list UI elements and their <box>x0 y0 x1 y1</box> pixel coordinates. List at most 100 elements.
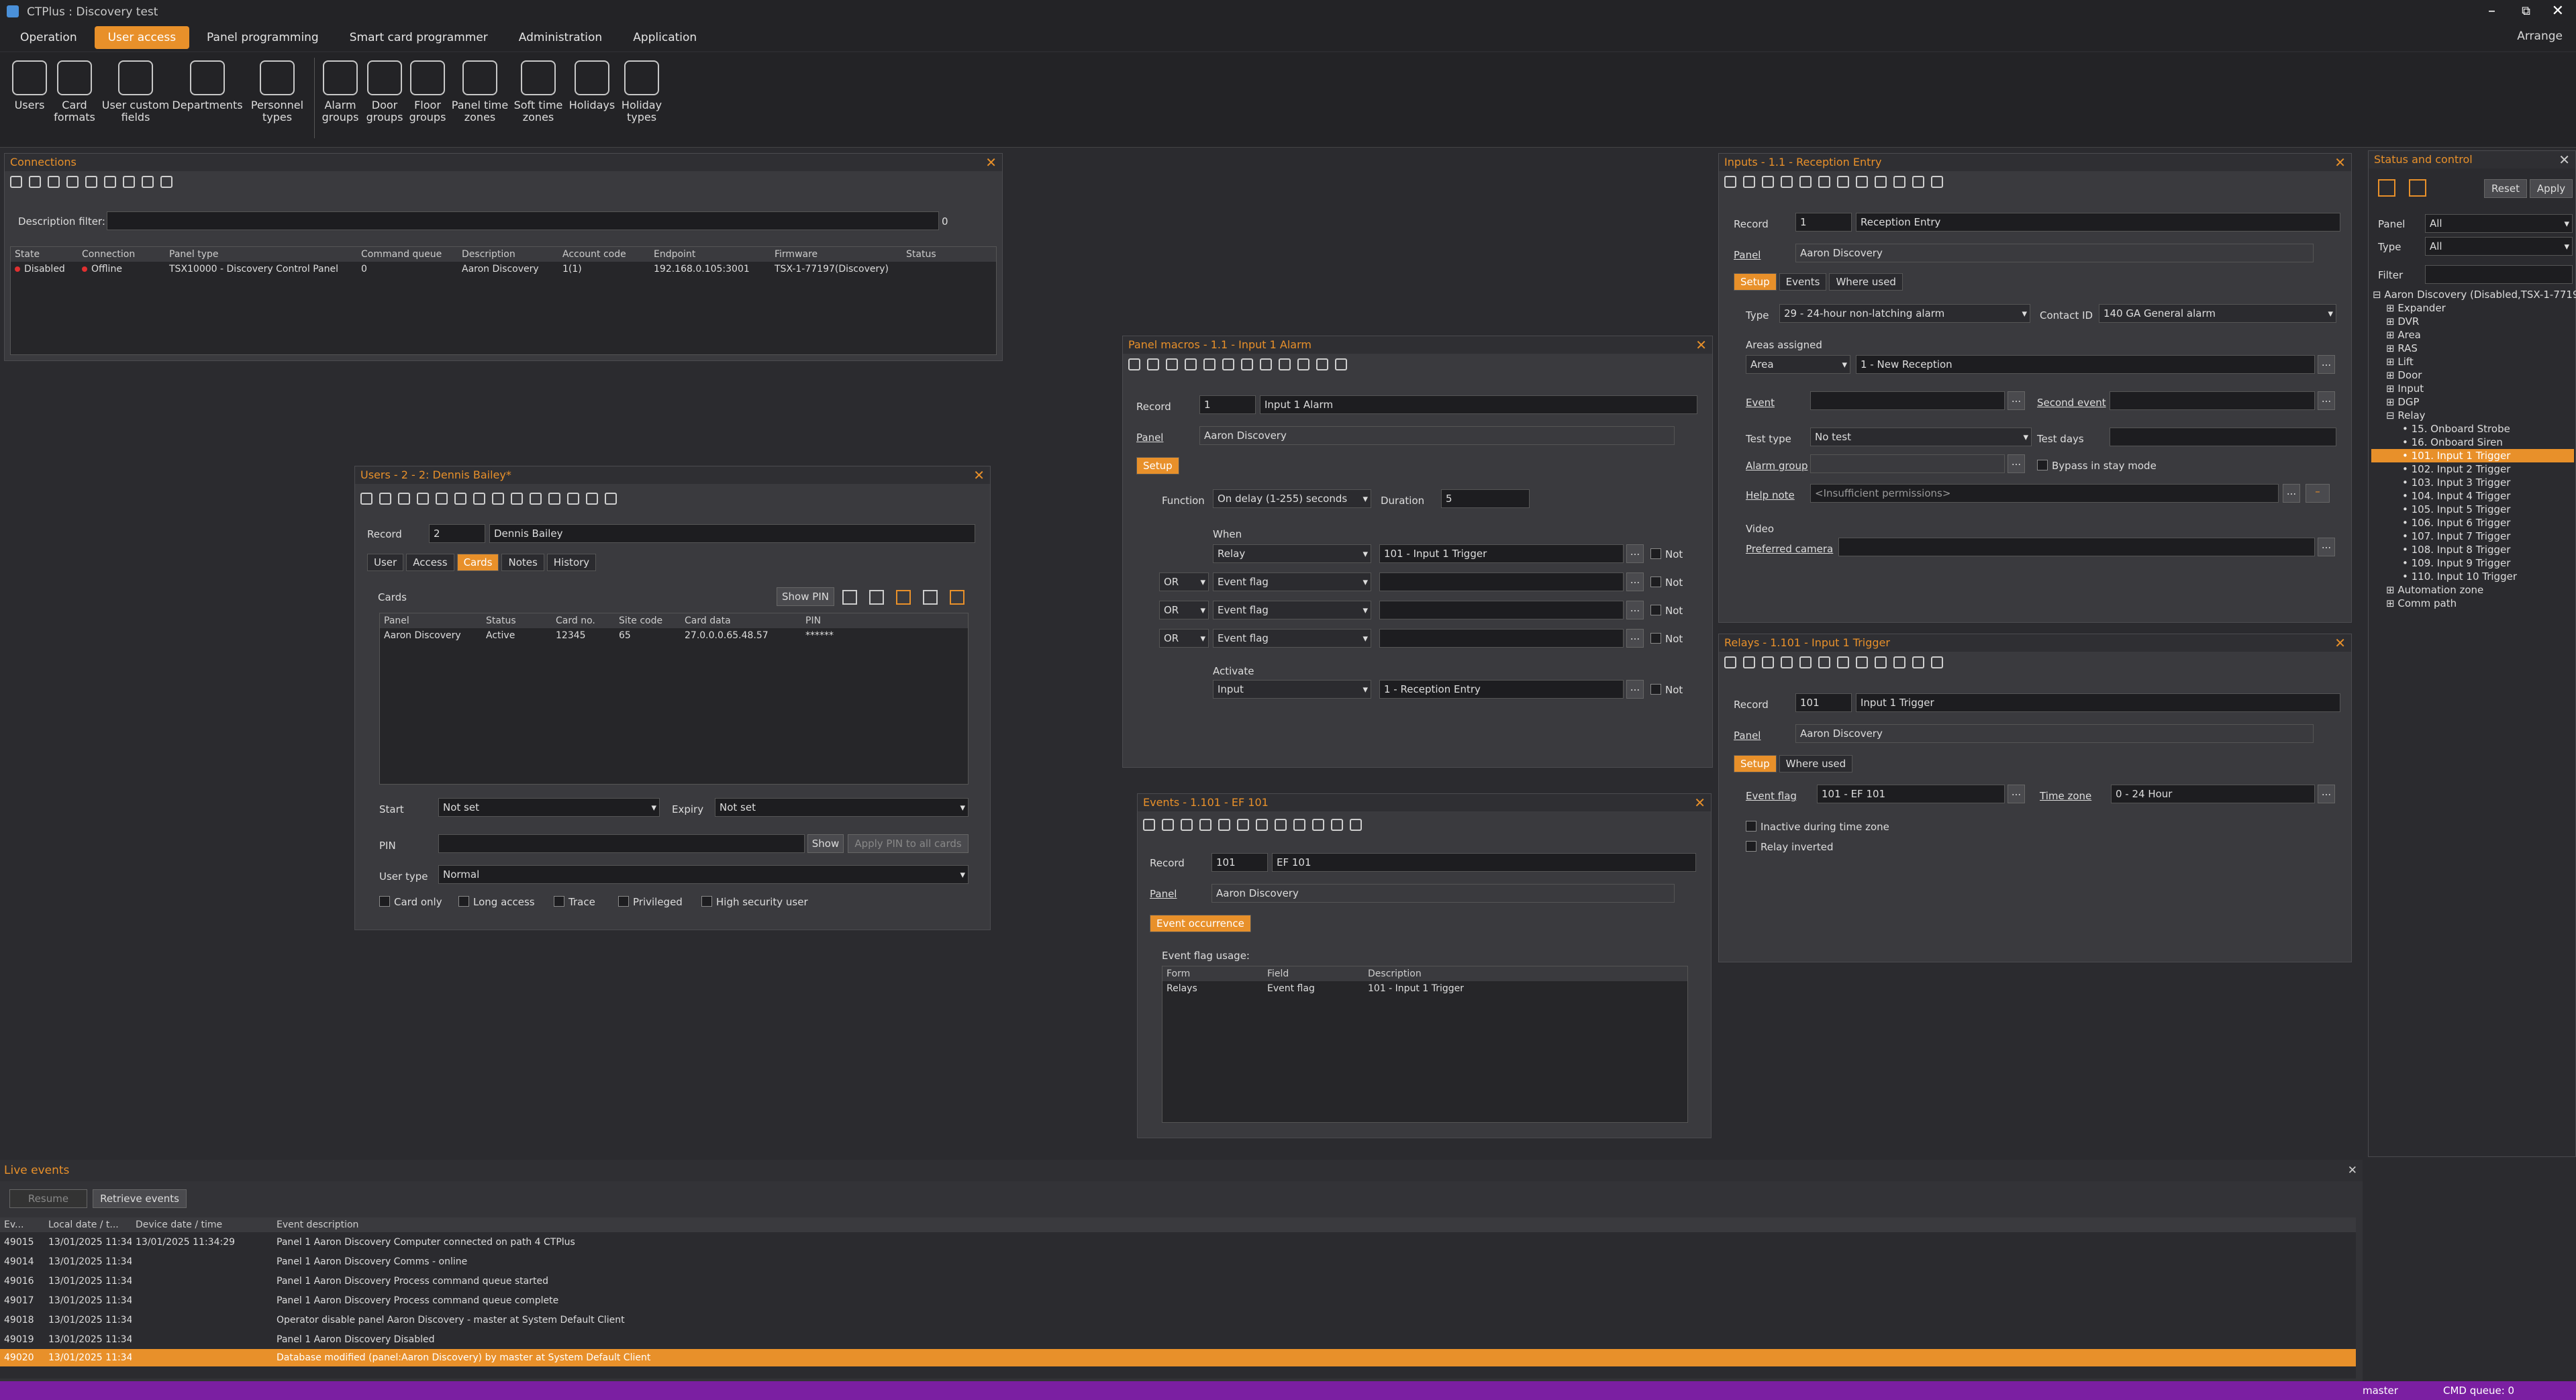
tab-setup[interactable]: Setup <box>1136 457 1179 474</box>
start-date-field[interactable]: Not set <box>438 798 660 817</box>
browse-button[interactable]: ... <box>1626 544 1644 563</box>
when-op-select[interactable]: OR <box>1159 629 1209 648</box>
tree-node[interactable]: ⊟ Aaron Discovery (Disabled,TSX-1-77197 <box>2371 288 2576 301</box>
table-row[interactable]: 4901513/01/2025 11:34:2913/01/2025 11:34… <box>0 1232 2356 1252</box>
menu-operation[interactable]: Operation <box>7 26 91 49</box>
arrange-menu[interactable]: Arrange <box>2517 30 2563 43</box>
ribbon-holiday-types[interactable]: Holiday types <box>617 60 666 123</box>
preferred-camera-link[interactable]: Preferred camera <box>1746 543 1833 555</box>
undo-icon[interactable] <box>417 493 429 505</box>
trace-checkbox[interactable]: Trace <box>554 896 595 908</box>
tree-node[interactable]: • 103. Input 3 Trigger <box>2371 476 2574 489</box>
record-name-field[interactable]: Input 1 Trigger <box>1856 693 2340 712</box>
record-number-field[interactable]: 2 <box>429 524 485 543</box>
upload-icon[interactable] <box>1241 358 1253 370</box>
save-icon[interactable] <box>379 493 391 505</box>
menu-user-access[interactable]: User access <box>94 26 190 49</box>
record-number-field[interactable]: 101 <box>1211 853 1268 872</box>
undo-icon[interactable] <box>1781 176 1793 188</box>
mail-icon[interactable] <box>530 493 542 505</box>
next-icon[interactable] <box>1297 358 1309 370</box>
card-action-icon[interactable] <box>869 590 884 605</box>
duration-field[interactable]: 5 <box>1441 489 1530 508</box>
when-type-select[interactable]: Event flag <box>1213 601 1371 619</box>
pin-field[interactable] <box>438 834 805 853</box>
ribbon-user-custom-fields[interactable]: User custom fields <box>99 60 172 123</box>
tree-node[interactable]: • 15. Onboard Strobe <box>2371 422 2574 436</box>
tree-node[interactable]: • 109. Input 9 Trigger <box>2371 556 2574 570</box>
browse-button[interactable]: ... <box>2318 785 2335 803</box>
edit-icon[interactable] <box>29 176 41 188</box>
delete-icon[interactable] <box>1818 176 1830 188</box>
tab-where-used[interactable]: Where used <box>1829 273 1903 291</box>
time-zone-link[interactable]: Time zone <box>2040 790 2091 802</box>
save-close-icon[interactable] <box>398 493 410 505</box>
download-icon[interactable] <box>492 493 504 505</box>
event-flag-field[interactable]: 101 - EF 101 <box>1817 785 2005 803</box>
download-icon[interactable] <box>1275 819 1287 831</box>
save-close-icon[interactable] <box>1166 358 1178 370</box>
save-icon[interactable] <box>1162 819 1174 831</box>
ribbon-departments[interactable]: Departments <box>172 60 243 111</box>
area-type-select[interactable]: Area <box>1746 355 1850 374</box>
panel-link[interactable]: Panel <box>1150 888 1177 900</box>
tree-node[interactable]: ⊞ Area <box>2371 328 2574 342</box>
ribbon-door-groups[interactable]: Door groups <box>362 60 407 123</box>
save-icon[interactable] <box>1743 656 1755 668</box>
alarm-group-link[interactable]: Alarm group <box>1746 460 1807 472</box>
control-icon[interactable] <box>2409 179 2426 197</box>
maximize-icon[interactable]: ⧉ <box>2522 4 2530 18</box>
panel-link[interactable]: Panel <box>1734 730 1761 742</box>
reset-button[interactable]: Reset <box>2484 179 2527 198</box>
tree-node[interactable]: • 104. Input 4 Trigger <box>2371 489 2574 503</box>
card-remove-icon[interactable] <box>950 590 964 605</box>
prev-icon[interactable] <box>1875 656 1887 668</box>
add-icon[interactable] <box>10 176 22 188</box>
event-flag-link[interactable]: Event flag <box>1746 790 1797 802</box>
long-access-checkbox[interactable]: Long access <box>458 896 535 908</box>
close-icon[interactable]: ✕ <box>2559 151 2570 168</box>
card-add-icon[interactable] <box>896 590 911 605</box>
ribbon-alarm-groups[interactable]: Alarm groups <box>318 60 362 123</box>
table-row-selected[interactable]: 4902013/01/2025 11:34:..Database modifie… <box>0 1349 2356 1366</box>
privileged-checkbox[interactable]: Privileged <box>618 896 683 908</box>
close-icon[interactable]: ✕ <box>2334 634 2346 652</box>
tree-node[interactable]: ⊞ RAS <box>2371 342 2574 355</box>
connect-icon[interactable] <box>48 176 60 188</box>
tab-cards[interactable]: Cards <box>456 554 499 571</box>
report-icon[interactable] <box>1316 358 1328 370</box>
table-row[interactable]: Aaron Discovery Active 12345 65 27.0.0.0.65.… <box>380 628 968 643</box>
menu-application[interactable]: Application <box>620 26 710 49</box>
not-checkbox[interactable]: Not <box>1650 548 1683 560</box>
card-action-icon[interactable] <box>842 590 857 605</box>
user-type-select[interactable]: Normal <box>438 865 969 884</box>
event-field[interactable] <box>1810 391 2005 410</box>
browse-button[interactable]: ... <box>2318 391 2335 410</box>
panel-icon[interactable] <box>66 176 79 188</box>
browse-button[interactable]: ... <box>2318 355 2335 374</box>
area-value-field[interactable]: 1 - New Reception <box>1856 355 2315 374</box>
next-icon[interactable] <box>1893 176 1905 188</box>
inactive-tz-checkbox[interactable]: Inactive during time zone <box>1746 821 1889 833</box>
refresh-icon[interactable] <box>1799 176 1812 188</box>
panel-link[interactable]: Panel <box>1734 249 1761 261</box>
delete-icon[interactable] <box>1818 656 1830 668</box>
close-icon[interactable]: ✕ <box>1694 794 1705 811</box>
table-row[interactable]: 4901813/01/2025 11:34:..Operator disable… <box>0 1310 2356 1330</box>
download-icon[interactable] <box>1856 656 1868 668</box>
browse-button[interactable]: ... <box>1626 680 1644 699</box>
not-checkbox[interactable]: Not <box>1650 684 1683 696</box>
table-row[interactable]: 4901913/01/2025 11:34:..Panel 1 Aaron Di… <box>0 1330 2356 1349</box>
tree-node[interactable]: • 105. Input 5 Trigger <box>2371 503 2574 516</box>
browse-button[interactable]: ... <box>2283 484 2300 503</box>
tree-node[interactable]: ⊞ Door <box>2371 368 2574 382</box>
high-security-checkbox[interactable]: High security user <box>701 896 808 908</box>
close-icon[interactable]: ✕ <box>2552 3 2564 19</box>
panel-select[interactable]: All <box>2425 214 2573 233</box>
tree-node[interactable]: ⊟ Relay <box>2371 409 2574 422</box>
menu-smart-card-programmer[interactable]: Smart card programmer <box>336 26 501 49</box>
browse-button[interactable]: ... <box>2008 785 2025 803</box>
tree-node[interactable]: ⊞ Automation zone <box>2371 583 2574 597</box>
print-icon[interactable] <box>1350 819 1362 831</box>
resume-button[interactable]: Resume <box>9 1189 87 1208</box>
